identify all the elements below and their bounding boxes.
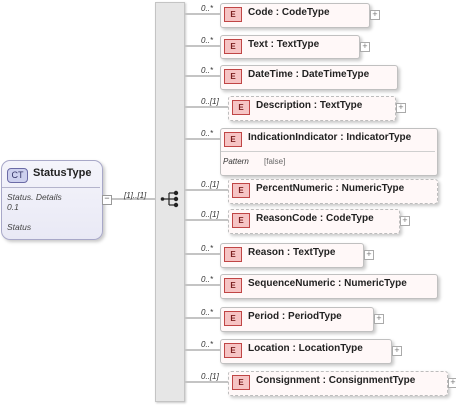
- element-badge: E: [232, 183, 250, 198]
- occurrence-label: 0..[1]: [201, 372, 219, 381]
- element-name: Description: [256, 100, 312, 111]
- element-name: Text: [248, 39, 268, 50]
- element-badge: E: [224, 278, 242, 293]
- element-label: SequenceNumeric : NumericType: [248, 278, 407, 289]
- occurrence-label: 0..[1]: [201, 180, 219, 189]
- element-badge: E: [224, 7, 242, 22]
- complex-type-doc-line: 0.1: [7, 202, 19, 212]
- occurrence-label: 0..*: [201, 36, 214, 45]
- occurrence-label: 0..*: [201, 244, 214, 253]
- element-type: TextType: [319, 100, 363, 111]
- occurrence-label: 0..*: [201, 129, 214, 138]
- element-label: Text : TextType: [248, 39, 319, 50]
- expand-button[interactable]: +: [392, 346, 402, 356]
- occurrence-label: 0..*: [201, 66, 214, 75]
- complex-type-doc-line: Status: [7, 222, 32, 232]
- complex-type-divider: [2, 187, 100, 188]
- element-label: Consignment : ConsignmentType: [256, 375, 415, 386]
- expand-button[interactable]: +: [360, 42, 370, 52]
- expand-button[interactable]: +: [448, 378, 456, 388]
- expand-button[interactable]: +: [396, 103, 406, 113]
- element-badge: E: [224, 132, 242, 147]
- element-label: Location : LocationType: [248, 343, 363, 354]
- occurrence-label: 0..*: [201, 308, 214, 317]
- expand-button[interactable]: +: [370, 10, 380, 20]
- element-type: DateTimeType: [301, 69, 370, 80]
- facet-value: [false]: [264, 157, 286, 166]
- element-type: TextType: [293, 247, 336, 258]
- element-label: Reason : TextType: [248, 247, 335, 258]
- complex-type-doc-line: Status. Details: [7, 192, 62, 202]
- expand-button[interactable]: +: [364, 250, 374, 260]
- element-label: DateTime : DateTimeType: [248, 69, 369, 80]
- element-label: IndicationIndicator : IndicatorType: [248, 132, 411, 143]
- element-label: ReasonCode : CodeType: [256, 213, 374, 224]
- element-badge: E: [232, 213, 250, 228]
- element-type: TextType: [276, 39, 320, 50]
- element-name: Reason: [248, 247, 285, 258]
- occurrence-label: 0..*: [201, 340, 214, 349]
- element-type: IndicatorType: [346, 132, 412, 143]
- complex-type-name: StatusType: [33, 167, 92, 179]
- element-type: LocationType: [298, 343, 363, 354]
- element-name: DateTime: [248, 69, 293, 80]
- element-label: Description : TextType: [256, 100, 362, 111]
- sequence-icon: [160, 190, 179, 208]
- facet-label: Pattern: [223, 157, 249, 166]
- expand-button[interactable]: +: [400, 216, 410, 226]
- element-badge: E: [232, 100, 250, 115]
- occurrence-label: 0..[1]: [201, 210, 219, 219]
- element-name: Code: [248, 7, 273, 18]
- facet-divider: [221, 151, 435, 152]
- element-name: SequenceNumeric: [248, 278, 336, 289]
- element-type: ConsignmentType: [328, 375, 416, 386]
- element-badge: E: [224, 343, 242, 358]
- element-type: CodeType: [281, 7, 330, 18]
- element-type: CodeType: [326, 213, 374, 224]
- complex-type-badge: CT: [7, 168, 28, 183]
- collapse-toggle[interactable]: −: [102, 195, 112, 205]
- sequence-cardinality: [1]..[1]: [124, 191, 147, 200]
- expand-button[interactable]: +: [374, 314, 384, 324]
- element-badge: E: [224, 69, 242, 84]
- element-label: Period : PeriodType: [248, 311, 342, 322]
- occurrence-label: 0..*: [201, 275, 214, 284]
- element-name: Period: [248, 311, 280, 322]
- element-type: NumericType: [341, 183, 405, 194]
- element-badge: E: [232, 375, 250, 390]
- element-name: IndicationIndicator: [248, 132, 338, 143]
- element-label: PercentNumeric : NumericType: [256, 183, 404, 194]
- element-badge: E: [224, 39, 242, 54]
- element-type: NumericType: [344, 278, 407, 289]
- element-name: Consignment: [256, 375, 320, 386]
- occurrence-label: 0..*: [201, 4, 214, 13]
- element-type: PeriodType: [288, 311, 342, 322]
- element-badge: E: [224, 247, 242, 262]
- occurrence-label: 0..[1]: [201, 97, 219, 106]
- element-name: PercentNumeric: [256, 183, 333, 194]
- element-name: Location: [248, 343, 290, 354]
- element-badge: E: [224, 311, 242, 326]
- element-name: ReasonCode: [256, 213, 318, 224]
- element-label: Code : CodeType: [248, 7, 330, 18]
